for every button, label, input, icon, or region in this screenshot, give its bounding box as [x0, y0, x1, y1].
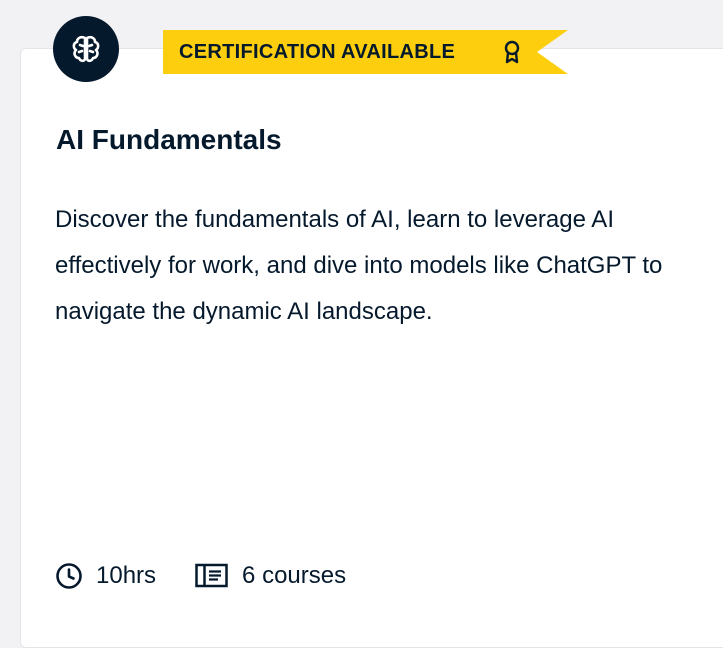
duration: 10hrs	[54, 561, 156, 591]
clock-icon	[56, 563, 82, 589]
course-count: 6 courses	[194, 562, 346, 590]
course-count-value: 6 courses	[242, 562, 347, 589]
certification-badge: CERTIFICATION AVAILABLE	[163, 30, 568, 74]
courses-icon	[195, 563, 228, 588]
track-title[interactable]: AI Fundamentals	[56, 124, 282, 156]
track-meta: 10hrs 6 courses	[54, 558, 346, 594]
award-icon	[504, 40, 520, 64]
track-icon-badge	[53, 16, 119, 82]
duration-value: 10hrs	[96, 562, 157, 589]
certification-label: CERTIFICATION AVAILABLE	[179, 41, 456, 63]
brain-icon	[72, 35, 100, 63]
track-description: Discover the fundamentals of AI, learn t…	[55, 206, 663, 325]
